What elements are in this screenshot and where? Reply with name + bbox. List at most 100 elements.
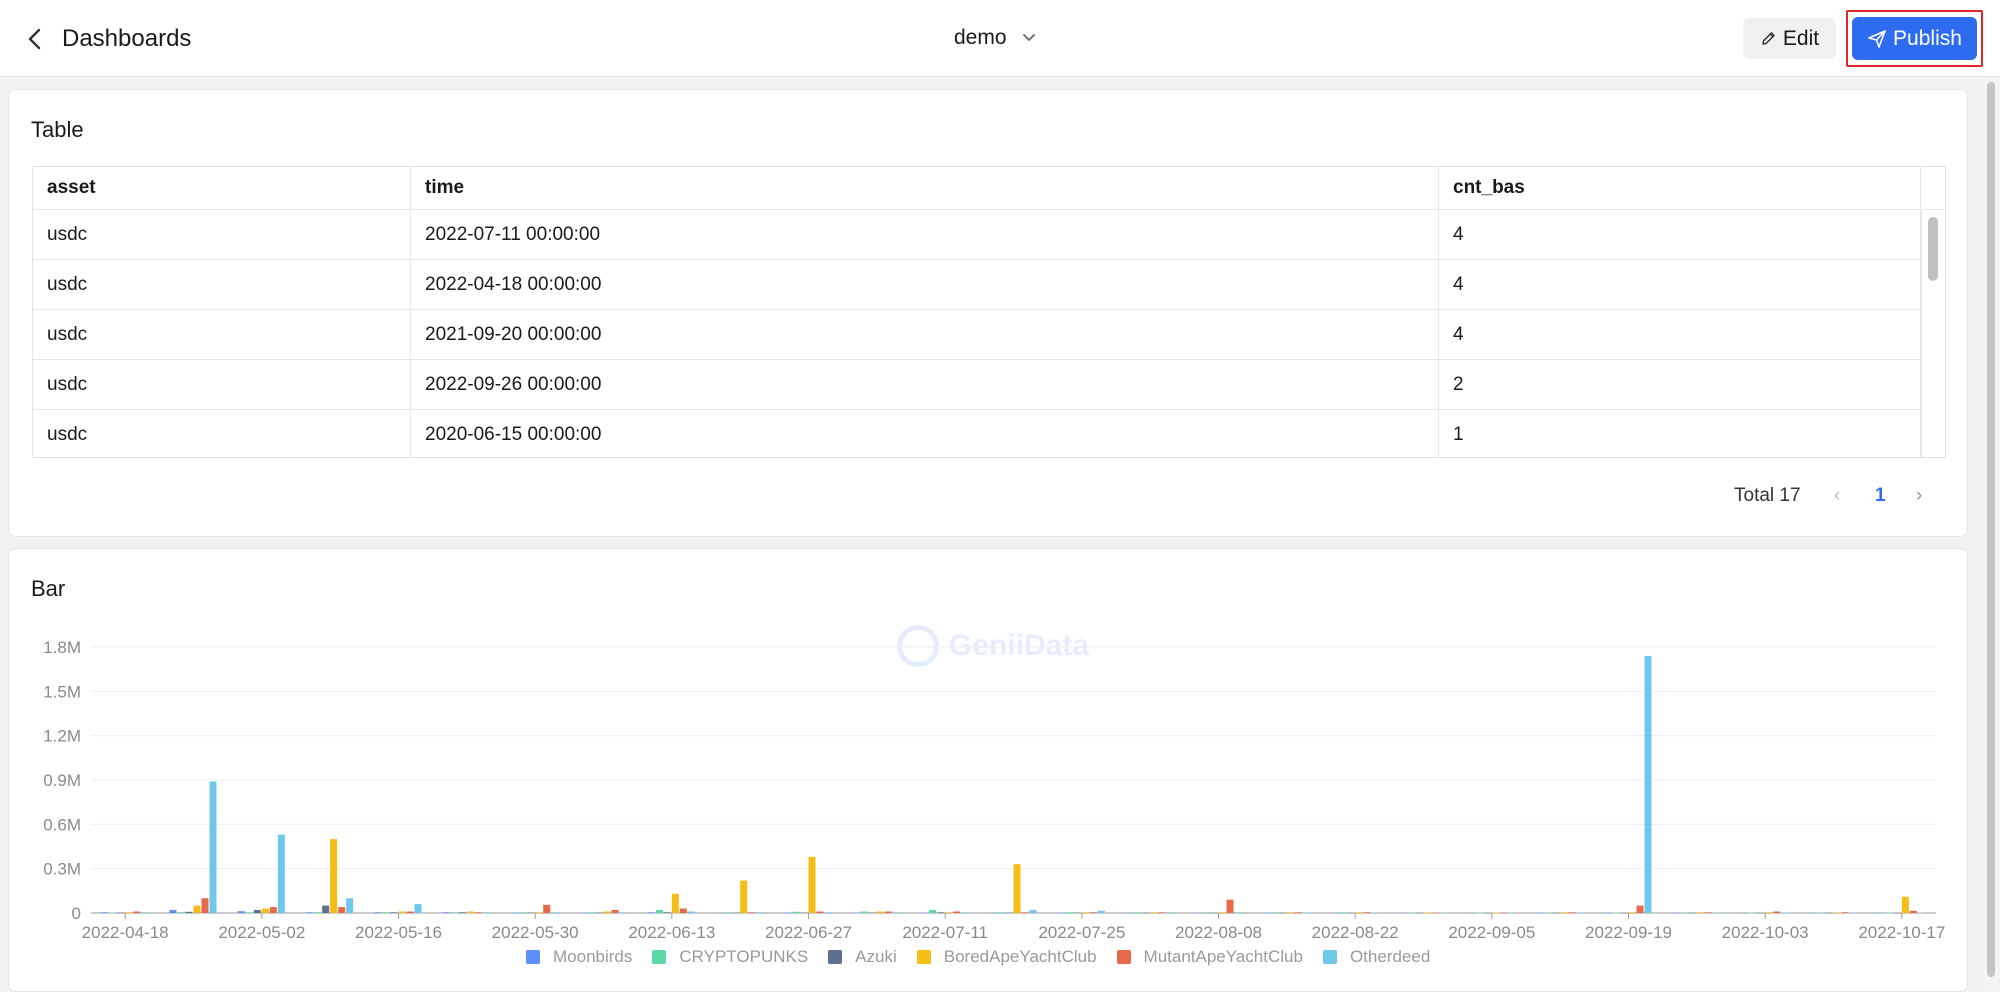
bar-cryptopunks[interactable] — [314, 912, 322, 913]
bar-mutantapeyachtclub[interactable] — [338, 907, 346, 913]
bar-mutantapeyachtclub[interactable] — [611, 910, 619, 913]
bar-boredapeyachtclub[interactable] — [603, 911, 611, 913]
bar-azuki[interactable] — [390, 912, 398, 913]
bar-cryptopunks[interactable] — [724, 912, 732, 913]
bar-otherdeed[interactable] — [1302, 912, 1310, 914]
bar-otherdeed[interactable] — [687, 911, 695, 913]
bar-boredapeyachtclub[interactable] — [261, 908, 269, 913]
bar-moonbirds[interactable] — [374, 912, 382, 913]
bar-moonbirds[interactable] — [579, 912, 587, 914]
bar-moonbirds[interactable] — [1741, 912, 1749, 914]
bar-mutantapeyachtclub[interactable] — [269, 907, 277, 913]
legend-item-boredapeyachtclub[interactable]: BoredApeYachtClub — [916, 947, 1097, 967]
bar-otherdeed[interactable] — [1029, 910, 1037, 913]
bar-cryptopunks[interactable] — [1817, 912, 1825, 914]
bar-otherdeed[interactable] — [1849, 912, 1857, 914]
bar-moonbirds[interactable] — [921, 912, 929, 914]
bar-cryptopunks[interactable] — [860, 911, 868, 913]
bar-mutantapeyachtclub[interactable] — [201, 898, 209, 913]
publish-button[interactable]: Publish — [1852, 17, 1977, 60]
bar-otherdeed[interactable] — [1917, 912, 1925, 914]
bar-azuki[interactable] — [1552, 912, 1560, 914]
bar-boredapeyachtclub[interactable] — [1901, 896, 1909, 913]
bar-cryptopunks[interactable] — [519, 912, 527, 913]
column-header-time[interactable]: time — [411, 167, 1439, 209]
back-button[interactable] — [22, 24, 50, 54]
bar-otherdeed[interactable] — [141, 912, 149, 913]
bar-boredapeyachtclub[interactable] — [945, 912, 953, 913]
chevron-right-icon[interactable]: › — [1916, 485, 1922, 507]
bar-moonbirds[interactable] — [1536, 912, 1544, 914]
column-header-cnt-bas[interactable]: cnt_bas — [1439, 167, 1921, 209]
bar-cryptopunks[interactable] — [1680, 912, 1688, 914]
bar-moonbirds[interactable] — [237, 911, 245, 913]
bar-mutantapeyachtclub[interactable] — [1431, 912, 1439, 914]
bar-cryptopunks[interactable] — [1749, 912, 1757, 914]
bar-mutantapeyachtclub[interactable] — [1294, 912, 1302, 913]
bar-moonbirds[interactable] — [1809, 912, 1817, 914]
bar-moonbirds[interactable] — [1057, 912, 1065, 914]
bar-otherdeed[interactable] — [1439, 912, 1447, 914]
bar-boredapeyachtclub[interactable] — [671, 893, 679, 913]
bar-otherdeed[interactable] — [209, 781, 217, 913]
bar-moonbirds[interactable] — [1399, 912, 1407, 914]
bar-cryptopunks[interactable] — [1339, 912, 1347, 913]
bar-otherdeed[interactable] — [756, 912, 764, 913]
legend-item-moonbirds[interactable]: Moonbirds — [526, 947, 632, 967]
bar-boredapeyachtclub[interactable] — [1150, 912, 1158, 913]
bar-boredapeyachtclub[interactable] — [1560, 912, 1568, 913]
bar-mutantapeyachtclub[interactable] — [1841, 912, 1849, 913]
bar-otherdeed[interactable] — [414, 904, 422, 913]
legend-item-azuki[interactable]: Azuki — [828, 947, 897, 967]
legend-item-cryptopunks[interactable]: CRYPTOPUNKS — [652, 947, 808, 967]
bar-boredapeyachtclub[interactable] — [1696, 912, 1704, 913]
bar-azuki[interactable] — [1415, 912, 1423, 914]
bar-moonbirds[interactable] — [306, 912, 314, 913]
bar-moonbirds[interactable] — [169, 910, 177, 913]
bar-boredapeyachtclub[interactable] — [808, 856, 816, 913]
bar-mutantapeyachtclub[interactable] — [133, 911, 141, 913]
bar-cryptopunks[interactable] — [450, 912, 458, 913]
bar-azuki[interactable] — [1142, 912, 1150, 914]
bar-boredapeyachtclub[interactable] — [1765, 912, 1773, 913]
bar-boredapeyachtclub[interactable] — [1628, 912, 1636, 913]
bar-mutantapeyachtclub[interactable] — [953, 911, 961, 913]
bar-azuki[interactable] — [1688, 912, 1696, 914]
bar-otherdeed[interactable] — [1234, 912, 1242, 913]
bar-cryptopunks[interactable] — [1065, 912, 1073, 913]
bar-azuki[interactable] — [1005, 912, 1013, 914]
bar-azuki[interactable] — [253, 910, 261, 913]
bar-cryptopunks[interactable] — [1885, 912, 1893, 914]
bar-mutantapeyachtclub[interactable] — [816, 911, 824, 913]
bar-cryptopunks[interactable] — [1202, 912, 1210, 913]
bar-azuki[interactable] — [732, 912, 740, 914]
bar-azuki[interactable] — [527, 912, 535, 914]
bar-azuki[interactable] — [322, 905, 330, 913]
bar-moonbirds[interactable] — [784, 912, 792, 914]
bar-azuki[interactable] — [117, 912, 125, 914]
bar-boredapeyachtclub[interactable] — [125, 912, 133, 913]
bar-azuki[interactable] — [1483, 912, 1491, 914]
bar-mutantapeyachtclub[interactable] — [1089, 912, 1097, 913]
bar-moonbirds[interactable] — [511, 912, 519, 914]
bar-mutantapeyachtclub[interactable] — [1636, 905, 1644, 913]
bar-cryptopunks[interactable] — [177, 912, 185, 913]
pagination-page-1[interactable]: 1 — [1875, 485, 1886, 507]
bar-boredapeyachtclub[interactable] — [535, 912, 543, 913]
bar-moonbirds[interactable] — [1672, 912, 1680, 914]
dashboard-selector[interactable]: demo — [954, 26, 1037, 50]
bar-boredapeyachtclub[interactable] — [876, 911, 884, 913]
bar-otherdeed[interactable] — [277, 834, 285, 913]
bar-boredapeyachtclub[interactable] — [330, 839, 338, 913]
bar-boredapeyachtclub[interactable] — [1423, 912, 1431, 914]
bar-moonbirds[interactable] — [1467, 912, 1475, 914]
bar-cryptopunks[interactable] — [245, 912, 253, 913]
bar-moonbirds[interactable] — [1877, 912, 1885, 914]
bar-boredapeyachtclub[interactable] — [740, 880, 748, 913]
bar-mutantapeyachtclub[interactable] — [474, 912, 482, 913]
bar-azuki[interactable] — [1073, 912, 1081, 914]
bar-mutantapeyachtclub[interactable] — [1704, 912, 1712, 913]
bar-moonbirds[interactable] — [647, 912, 655, 913]
bar-otherdeed[interactable] — [1166, 912, 1174, 913]
table-scrollbar-thumb[interactable] — [1928, 217, 1938, 281]
